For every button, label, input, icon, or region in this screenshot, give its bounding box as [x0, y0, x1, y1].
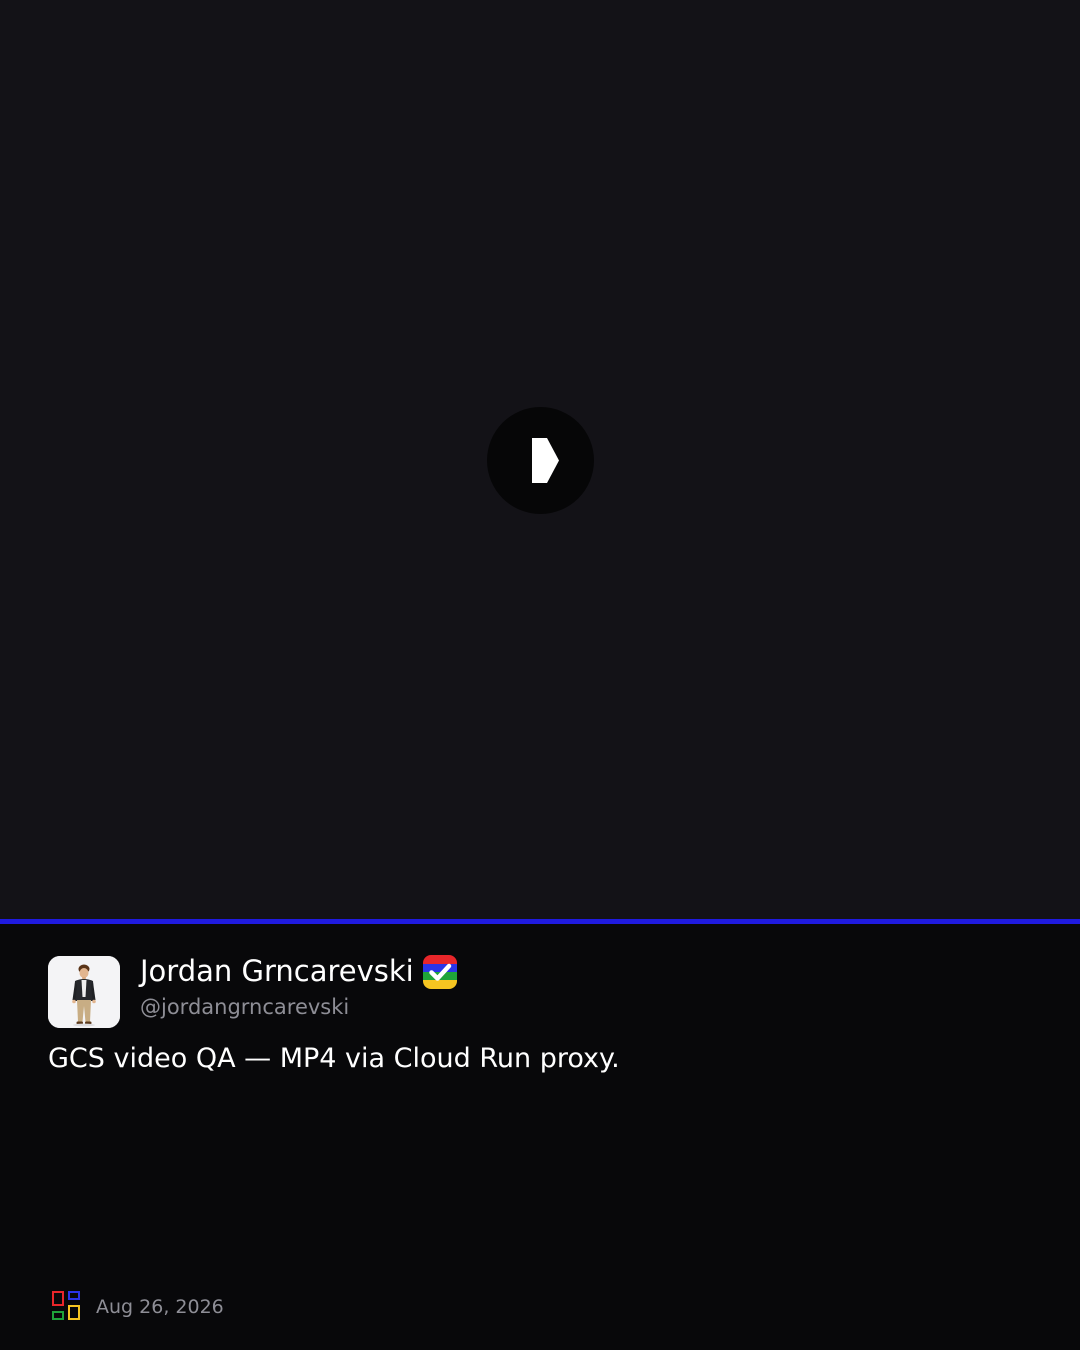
post-text: GCS video QA — MP4 via Cloud Run proxy.	[48, 1043, 620, 1074]
play-button[interactable]	[487, 407, 594, 514]
verified-badge-icon	[423, 955, 457, 989]
author-handle[interactable]: @jordangrncarevski	[140, 995, 349, 1019]
avatar[interactable]	[48, 956, 120, 1028]
app-logo-icon	[51, 1291, 81, 1321]
author-name[interactable]: Jordan Grncarevski	[140, 954, 414, 988]
video-player[interactable]	[0, 0, 1080, 919]
play-icon	[532, 438, 559, 483]
post-date: Aug 26, 2026	[96, 1296, 224, 1318]
user-avatar-icon	[48, 956, 120, 1028]
post-details: Jordan Grncarevski @jordangrncarevski GC…	[0, 924, 1080, 1350]
